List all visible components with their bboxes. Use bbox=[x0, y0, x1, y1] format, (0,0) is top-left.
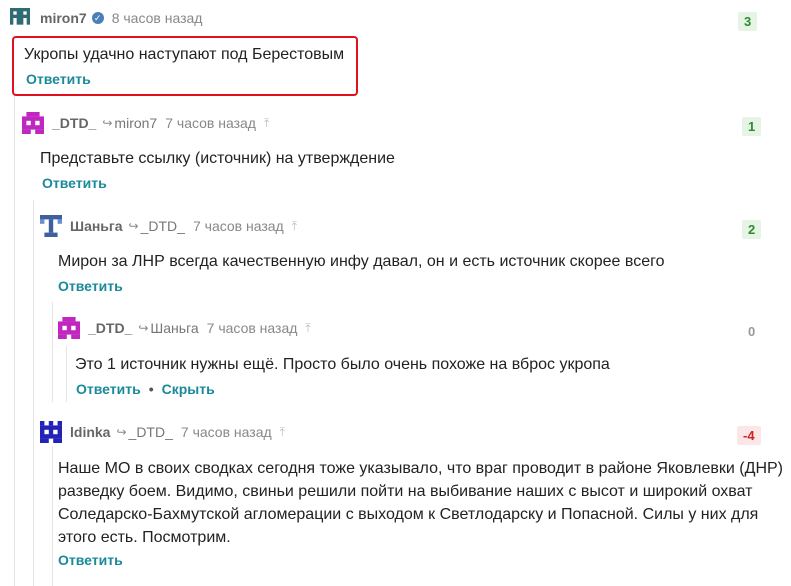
hide-link[interactable]: Скрыть bbox=[162, 381, 215, 397]
thread-line bbox=[33, 200, 34, 586]
score-badge: 1 bbox=[742, 117, 762, 136]
comment-actions: Ответить • Скрыть bbox=[76, 381, 215, 397]
timestamp[interactable]: 7 часов назад bbox=[181, 424, 272, 440]
reply-arrow-icon: ↪ bbox=[128, 219, 139, 233]
comment-text: Это 1 источник нужны ещё. Просто было оч… bbox=[75, 356, 610, 373]
reply-link[interactable]: Ответить bbox=[76, 381, 141, 397]
author-name[interactable]: _DTD_ bbox=[52, 115, 96, 131]
comment-actions: Ответить bbox=[26, 71, 91, 87]
reply-link[interactable]: Ответить bbox=[26, 71, 91, 87]
reply-to[interactable]: ↪ _DTD_ bbox=[116, 424, 172, 440]
avatar[interactable] bbox=[40, 421, 62, 443]
comment-actions: Ответить bbox=[58, 552, 123, 568]
comment-header: Шаньга ↪ _DTD_ 7 часов назад ⤒ bbox=[40, 215, 297, 237]
comment-text: Наше МО в своих сводках сегодня тоже ука… bbox=[58, 460, 783, 546]
avatar[interactable] bbox=[40, 215, 62, 237]
comment-header: _DTD_ ↪ miron7 7 часов назад ⤒ bbox=[22, 112, 269, 134]
avatar[interactable] bbox=[8, 8, 32, 28]
author-name[interactable]: _DTD_ bbox=[88, 320, 132, 336]
score-badge: -4 bbox=[737, 426, 761, 445]
reply-link[interactable]: Ответить bbox=[58, 278, 123, 294]
score-badge: 2 bbox=[742, 220, 762, 239]
pin-icon[interactable]: ⤒ bbox=[305, 321, 310, 336]
reply-to[interactable]: ↪ _DTD_ bbox=[129, 218, 185, 234]
author-name[interactable]: miron7 bbox=[40, 10, 87, 26]
thread-line bbox=[52, 446, 53, 586]
reply-to-name[interactable]: _DTD_ bbox=[141, 218, 185, 234]
reply-to[interactable]: ↪ Шаньга bbox=[138, 320, 198, 336]
pin-icon[interactable]: ⤒ bbox=[292, 219, 297, 234]
timestamp[interactable]: 7 часов назад bbox=[193, 218, 284, 234]
comment-header: miron7 ✓ 8 часов назад bbox=[8, 8, 202, 28]
score-badge: 0 bbox=[748, 324, 756, 339]
comment-actions: Ответить bbox=[58, 278, 123, 294]
comment-header: ldinka ↪ _DTD_ 7 часов назад ⤒ bbox=[40, 421, 285, 443]
pin-icon[interactable]: ⤒ bbox=[280, 425, 285, 440]
reply-to-name[interactable]: _DTD_ bbox=[129, 424, 173, 440]
author-name[interactable]: Шаньга bbox=[70, 218, 123, 234]
thread-line bbox=[52, 302, 53, 402]
reply-to-name[interactable]: Шаньга bbox=[150, 320, 198, 336]
reply-arrow-icon: ↪ bbox=[138, 321, 149, 335]
reply-link[interactable]: Ответить bbox=[58, 552, 123, 568]
verified-icon: ✓ bbox=[91, 12, 104, 24]
reply-to[interactable]: ↪ miron7 bbox=[102, 115, 157, 131]
thread-line bbox=[14, 96, 15, 586]
reply-arrow-icon: ↪ bbox=[102, 116, 113, 130]
separator-dot: • bbox=[148, 381, 154, 397]
reply-arrow-icon: ↪ bbox=[116, 425, 127, 439]
pin-icon[interactable]: ⤒ bbox=[264, 116, 269, 131]
comment-text: Укропы удачно наступают под Берестовым bbox=[24, 46, 345, 63]
score-badge: 3 bbox=[738, 12, 758, 31]
timestamp[interactable]: 7 часов назад bbox=[165, 115, 256, 131]
thread-line bbox=[66, 346, 67, 402]
comment-text: Мирон за ЛНР всегда качественную инфу да… bbox=[58, 253, 665, 270]
reply-link[interactable]: Ответить bbox=[42, 175, 107, 191]
reply-to-name[interactable]: miron7 bbox=[114, 115, 157, 131]
timestamp[interactable]: 7 часов назад bbox=[207, 320, 298, 336]
comment-header: _DTD_ ↪ Шаньга 7 часов назад ⤒ bbox=[58, 317, 311, 339]
comment-actions: Ответить bbox=[42, 175, 107, 191]
comment-text: Представьте ссылку (источник) на утвержд… bbox=[40, 150, 395, 167]
author-name[interactable]: ldinka bbox=[70, 424, 110, 440]
timestamp[interactable]: 8 часов назад bbox=[112, 10, 203, 26]
avatar[interactable] bbox=[22, 112, 44, 134]
avatar[interactable] bbox=[58, 317, 80, 339]
